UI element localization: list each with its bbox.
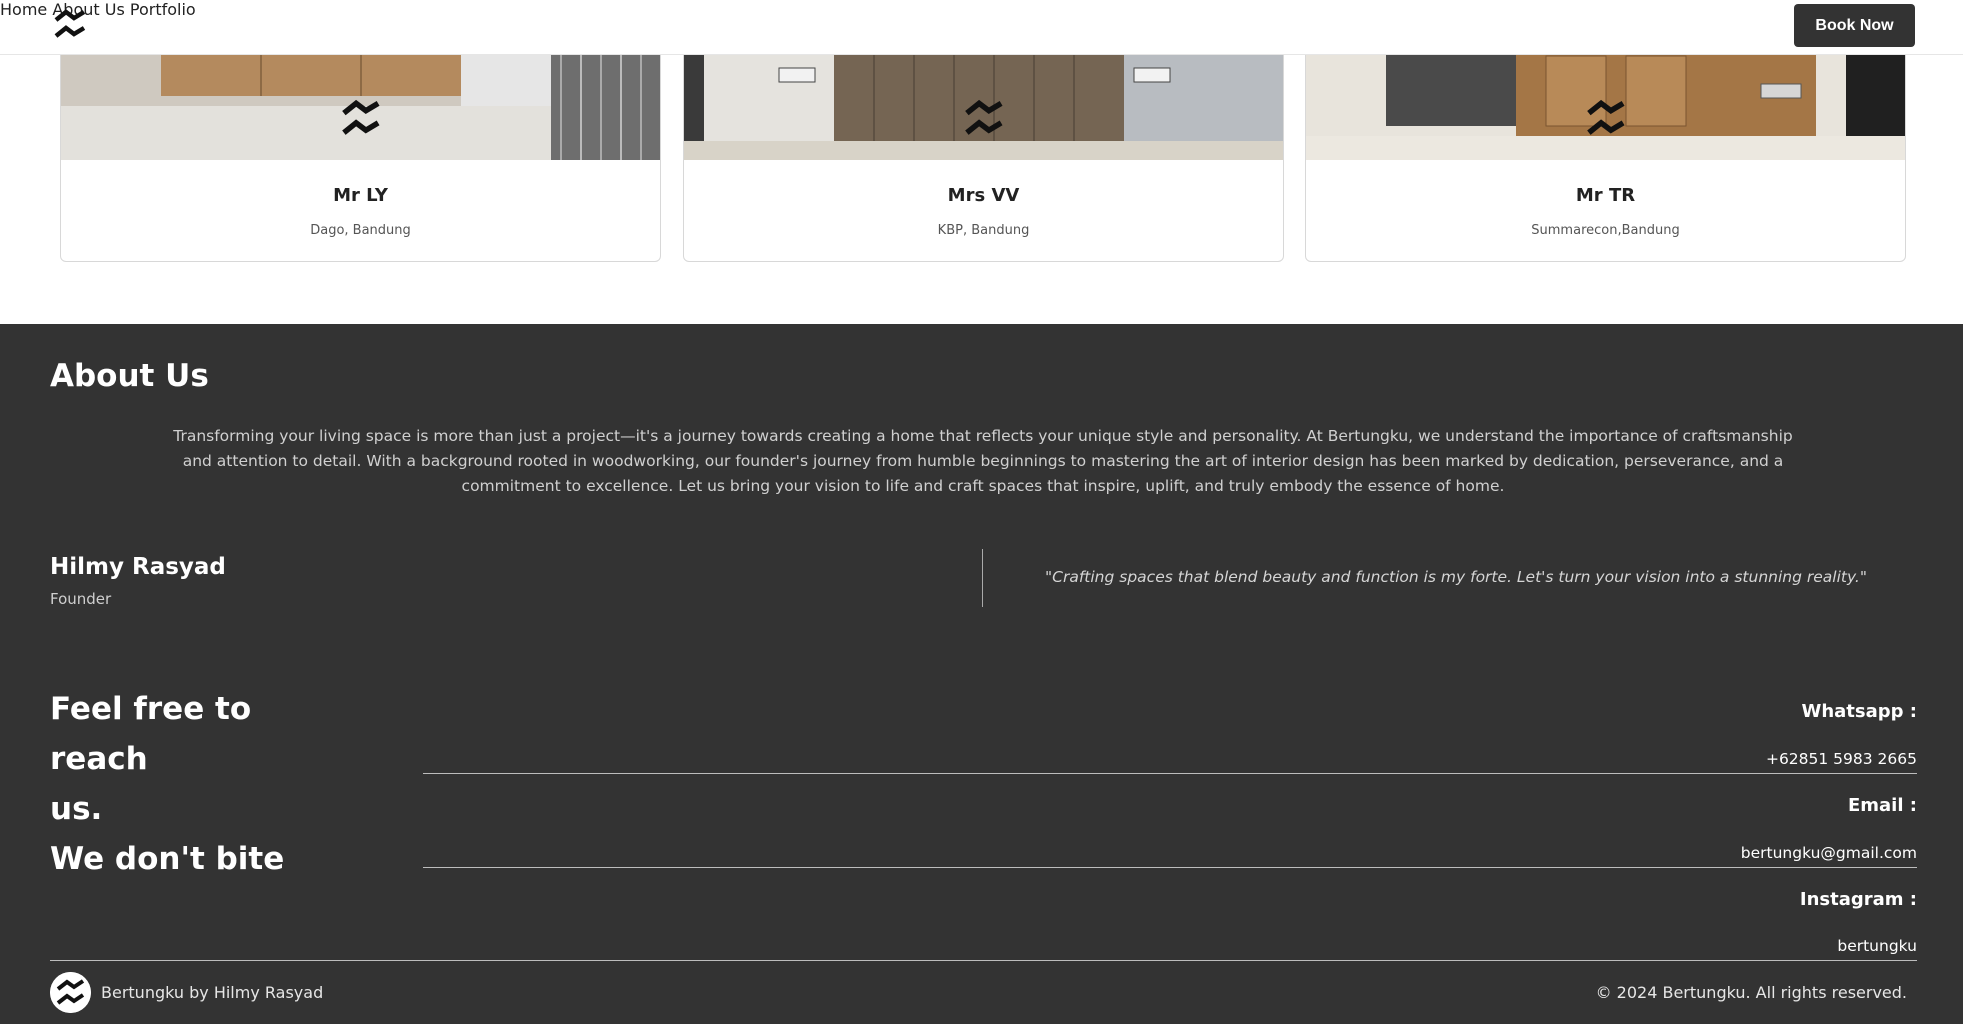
founder-role: Founder: [50, 590, 112, 608]
project-image: [61, 46, 660, 160]
project-image: [684, 46, 1283, 160]
bertungku-logo-icon[interactable]: [52, 6, 88, 42]
project-image: [1306, 46, 1905, 160]
footer-logo-icon: [50, 972, 91, 1013]
client-name: Mrs VV: [947, 185, 1020, 206]
watermark-logo-icon: [964, 99, 1003, 135]
whatsapp-label: Whatsapp :: [1801, 701, 1917, 722]
vertical-divider: [982, 549, 983, 607]
card-body: Mr LY Dago, Bandung: [61, 160, 660, 261]
contact-heading-line3: We don't bite: [50, 841, 285, 877]
contact-heading-line2: us.: [50, 791, 103, 827]
instagram-label: Instagram :: [1799, 889, 1917, 910]
card-body: Mr TR Summarecon,Bandung: [1306, 160, 1905, 261]
footer-brand: Bertungku by Hilmy Rasyad: [101, 983, 324, 1002]
watermark-logo-icon: [1586, 99, 1625, 135]
client-location: KBP, Bandung: [937, 223, 1030, 238]
about-contact-section: About Us Transforming your living space …: [0, 324, 1963, 1024]
nav-portfolio[interactable]: Portfolio: [130, 0, 196, 19]
client-name: Mr TR: [1575, 185, 1636, 206]
instagram-value[interactable]: bertungku: [1837, 937, 1917, 955]
whatsapp-value[interactable]: +62851 5983 2665: [1766, 750, 1917, 768]
founder-name: Hilmy Rasyad: [50, 554, 226, 580]
client-name: Mr LY: [333, 185, 388, 206]
watermark-logo-icon: [341, 99, 380, 135]
portfolio-card[interactable]: Mr LY Dago, Bandung: [60, 45, 661, 262]
portfolio-cards: Mr LY Dago, Bandung Mrs VV KBP, Bandung …: [60, 45, 1907, 262]
portfolio-card[interactable]: Mrs VV KBP, Bandung: [683, 45, 1284, 262]
footer-copyright: © 2024 Bertungku. All rights reserved.: [1595, 983, 1907, 1002]
email-label: Email :: [1847, 795, 1917, 816]
contact-divider: [423, 867, 1917, 868]
contact-heading: Feel free to reach us. We don't bite: [50, 684, 350, 884]
site-header: Home About Us Portfolio Book Now: [0, 0, 1963, 55]
email-value[interactable]: bertungku@gmail.com: [1741, 844, 1917, 862]
card-body: Mrs VV KBP, Bandung: [684, 160, 1283, 261]
contact-heading-line1: Feel free to reach: [50, 691, 252, 777]
about-description: Transforming your living space is more t…: [173, 427, 1793, 495]
footer-divider: [50, 960, 1917, 961]
nav-home[interactable]: Home: [0, 0, 47, 19]
client-location: Summarecon,Bandung: [1531, 223, 1680, 238]
portfolio-card[interactable]: Mr TR Summarecon,Bandung: [1305, 45, 1906, 262]
founder-quote: "Crafting spaces that blend beauty and f…: [1045, 568, 1867, 586]
about-title: About Us: [50, 358, 209, 394]
book-now-button[interactable]: Book Now: [1794, 4, 1915, 47]
client-location: Dago, Bandung: [310, 223, 411, 238]
contact-divider: [423, 773, 1917, 774]
